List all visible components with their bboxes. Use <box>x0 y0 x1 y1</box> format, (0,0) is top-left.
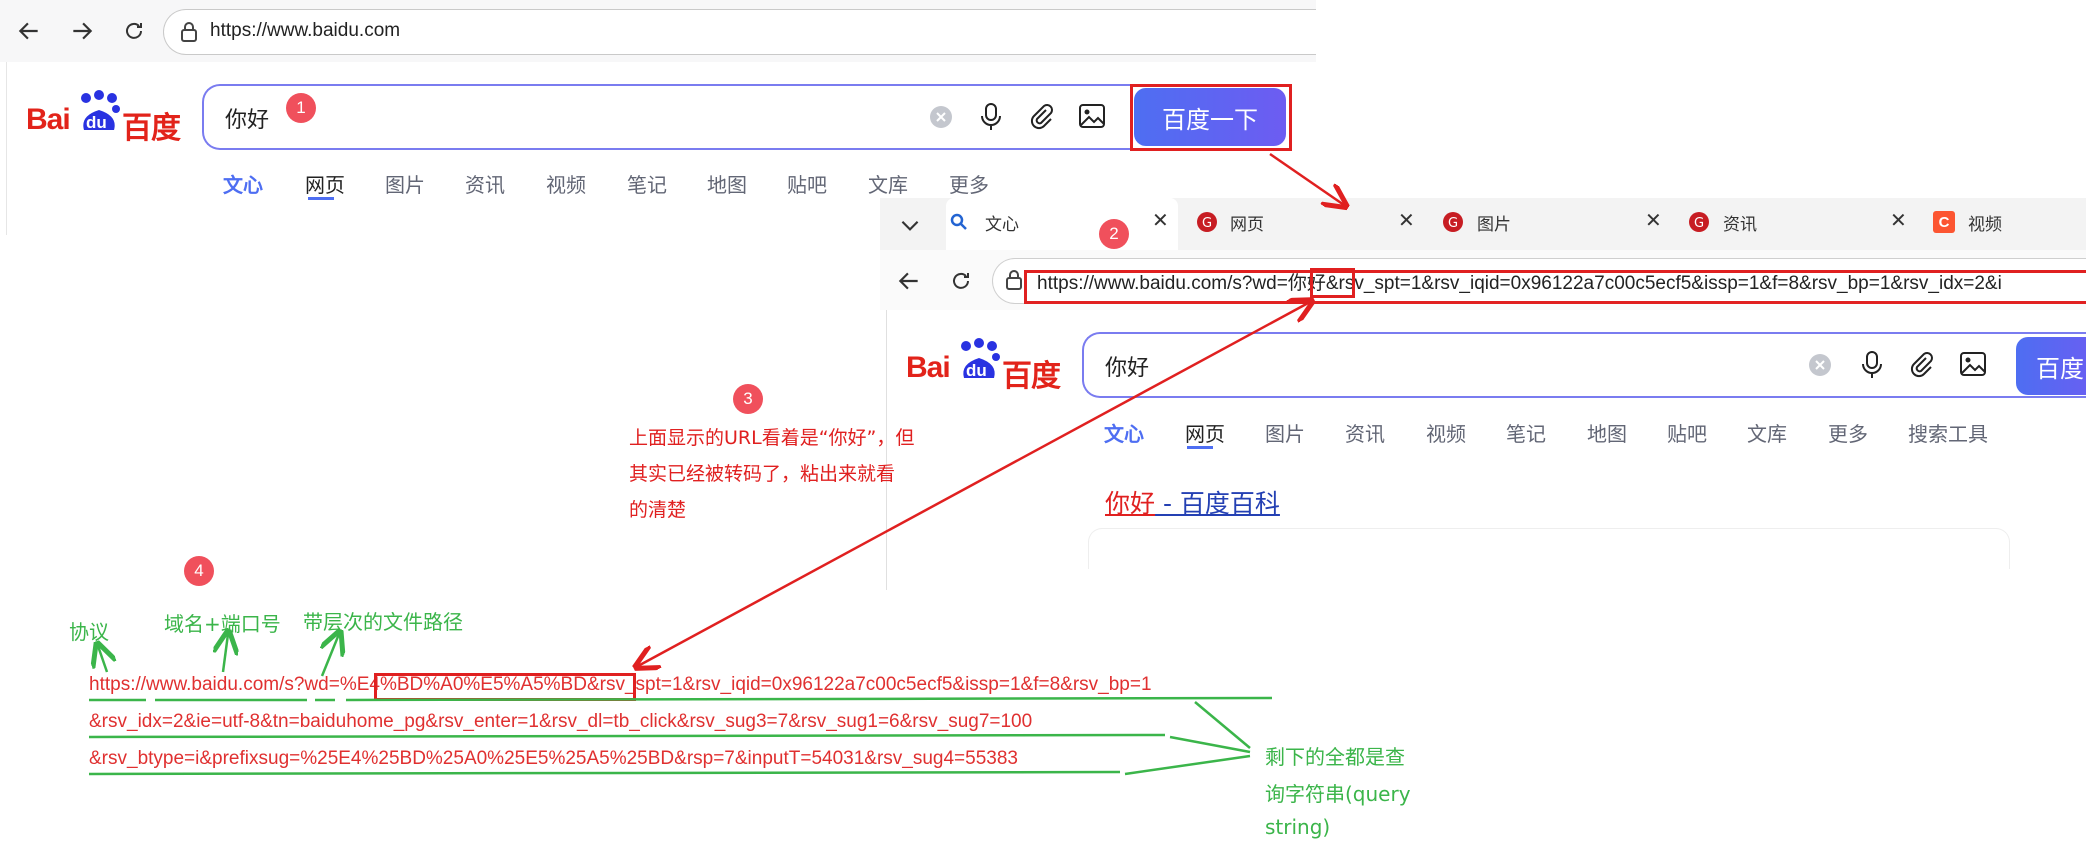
red-arrow-url-to-encoded <box>638 302 1310 666</box>
annotation-lines <box>88 152 2086 776</box>
green-arrows <box>98 634 1251 776</box>
red-arrow-step1-to-step2 <box>1269 152 1344 205</box>
green-underlines <box>88 696 1273 776</box>
